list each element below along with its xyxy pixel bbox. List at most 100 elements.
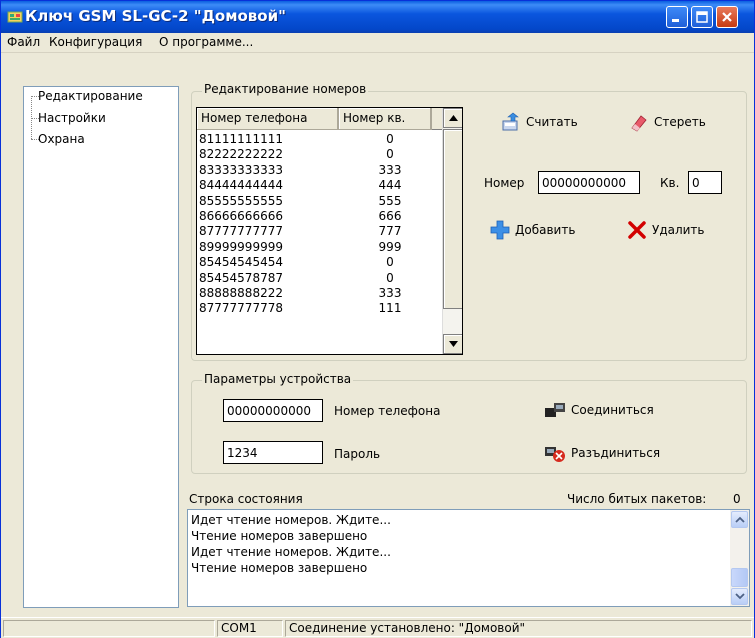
log-scroll-thumb[interactable] xyxy=(731,568,748,587)
column-header-flat[interactable]: Номер кв. xyxy=(339,108,432,130)
main-window: Ключ GSM SL-GC-2 "Домовой" Файл Конфигур… xyxy=(0,0,755,638)
connect-button[interactable]: Соединиться xyxy=(544,401,654,419)
table-row[interactable]: 87777777777 777 xyxy=(197,224,442,239)
status-log[interactable]: Идет чтение номеров. Ждите... Чтение номе… xyxy=(187,509,750,607)
delete-button[interactable]: Удалить xyxy=(627,220,705,240)
table-row[interactable]: 84444444444 444 xyxy=(197,178,442,193)
window-title: Ключ GSM SL-GC-2 "Домовой" xyxy=(25,7,286,25)
erase-label: Стереть xyxy=(654,115,706,129)
broken-packets-label: Число битых пакетов: xyxy=(567,492,707,506)
navigation-tree[interactable]: Редактирование Настройки Охрана xyxy=(23,86,179,608)
menu-file[interactable]: Файл xyxy=(7,35,40,49)
status-panel-empty xyxy=(3,620,215,637)
phone-cell: 85555555555 xyxy=(199,193,283,208)
disconnect-button[interactable]: Разъдиниться xyxy=(544,444,660,462)
flat-label: Кв. xyxy=(660,176,680,190)
log-scroll-down-button[interactable] xyxy=(731,588,748,605)
password-label: Пароль xyxy=(334,447,381,461)
close-icon xyxy=(722,12,732,22)
device-phone-label: Номер телефона xyxy=(334,404,441,418)
device-group-legend: Параметры устройства xyxy=(202,372,354,386)
arrow-down-icon xyxy=(449,341,458,347)
arrow-up-icon xyxy=(449,115,458,121)
delete-x-icon xyxy=(628,221,646,239)
status-title: Строка состояния xyxy=(189,492,303,506)
maximize-button[interactable] xyxy=(691,6,713,28)
table-row[interactable]: 81111111111 0 xyxy=(197,132,442,147)
disconnect-label: Разъдиниться xyxy=(571,446,661,460)
list-header: Номер телефона Номер кв. xyxy=(197,108,442,130)
device-phone-input[interactable] xyxy=(223,399,323,422)
flat-cell: 0 xyxy=(386,147,394,162)
number-input[interactable] xyxy=(538,171,640,194)
close-button[interactable] xyxy=(716,6,738,28)
disconnect-icon xyxy=(545,447,565,462)
table-row[interactable]: 87777777778 111 xyxy=(197,301,442,316)
numbers-list[interactable]: Номер телефона Номер кв. 81111111111 0 822… xyxy=(196,107,463,355)
phone-cell: 86666666666 xyxy=(199,209,283,223)
tree-item-security[interactable]: Охрана xyxy=(38,132,85,146)
status-port: COM1 xyxy=(217,620,283,637)
list-scrollbar[interactable] xyxy=(442,108,462,354)
delete-label: Удалить xyxy=(652,223,705,237)
phone-cell: 81111111111 xyxy=(199,132,283,146)
flat-cell: 444 xyxy=(378,178,402,193)
scroll-thumb[interactable] xyxy=(443,129,462,309)
flat-cell: 0 xyxy=(386,270,394,285)
minimize-button[interactable] xyxy=(666,6,688,28)
phone-cell: 89999999999 xyxy=(199,239,283,254)
table-row[interactable]: 85454578787 0 xyxy=(197,271,442,286)
log-scroll-up-button[interactable] xyxy=(731,511,748,528)
read-button[interactable]: Считать xyxy=(501,112,578,132)
status-message: Соединение установлено: "Домовой" xyxy=(285,620,752,637)
column-header-phone[interactable]: Номер телефона xyxy=(197,108,339,130)
connect-icon xyxy=(545,403,565,417)
log-line: Идет чтение номеров. Ждите... xyxy=(191,545,391,559)
status-bar: COM1 Соединение установлено: "Домовой" xyxy=(1,617,754,638)
eraser-icon xyxy=(631,115,647,132)
table-row[interactable]: 82222222222 0 xyxy=(197,147,442,162)
table-row[interactable]: 85454545454 0 xyxy=(197,255,442,270)
phone-cell: 85454545454 xyxy=(199,255,283,270)
broken-packets-count: 0 xyxy=(733,492,741,506)
title-bar[interactable]: Ключ GSM SL-GC-2 "Домовой" xyxy=(1,1,754,33)
log-line: Чтение номеров завершено xyxy=(191,561,368,575)
table-row[interactable]: 88888888222 333 xyxy=(197,286,442,301)
app-icon xyxy=(7,11,23,23)
table-row[interactable]: 85555555555 555 xyxy=(197,194,442,209)
table-row[interactable]: 83333333333 333 xyxy=(197,163,442,178)
number-label: Номер xyxy=(484,176,525,190)
scroll-up-button[interactable] xyxy=(443,108,462,128)
maximize-icon xyxy=(696,11,708,23)
add-label: Добавить xyxy=(515,223,576,237)
read-icon xyxy=(502,112,519,131)
flat-cell: 0 xyxy=(386,255,394,270)
menu-about[interactable]: О программе... xyxy=(159,35,253,49)
phone-cell: 83333333333 xyxy=(199,162,283,177)
add-button[interactable]: Добавить xyxy=(490,220,575,240)
flat-cell: 333 xyxy=(378,162,402,177)
phone-cell: 85454578787 xyxy=(199,270,283,285)
erase-button[interactable]: Стереть xyxy=(629,112,706,132)
arrow-down-icon xyxy=(735,593,745,600)
flat-cell: 555 xyxy=(378,193,402,208)
phone-cell: 88888888222 xyxy=(199,286,283,300)
tree-item-settings[interactable]: Настройки xyxy=(38,111,106,125)
flat-cell: 333 xyxy=(378,286,402,300)
table-row[interactable]: 86666666666 666 xyxy=(197,209,442,224)
tree-item-editing[interactable]: Редактирование xyxy=(38,89,143,103)
flat-cell: 777 xyxy=(378,224,402,239)
flat-input[interactable] xyxy=(688,171,722,194)
menu-configuration[interactable]: Конфигурация xyxy=(49,35,142,49)
scroll-down-button[interactable] xyxy=(443,334,462,354)
plus-icon xyxy=(490,220,510,240)
connect-label: Соединиться xyxy=(571,403,654,417)
log-scrollbar[interactable] xyxy=(730,510,749,606)
password-input[interactable] xyxy=(223,441,323,464)
phone-cell: 87777777777 xyxy=(199,224,283,239)
phone-cell: 84444444444 xyxy=(199,178,283,193)
log-line: Чтение номеров завершено xyxy=(191,529,368,543)
minimize-icon xyxy=(672,19,679,22)
flat-cell: 111 xyxy=(378,301,402,316)
table-row[interactable]: 89999999999 999 xyxy=(197,240,442,255)
